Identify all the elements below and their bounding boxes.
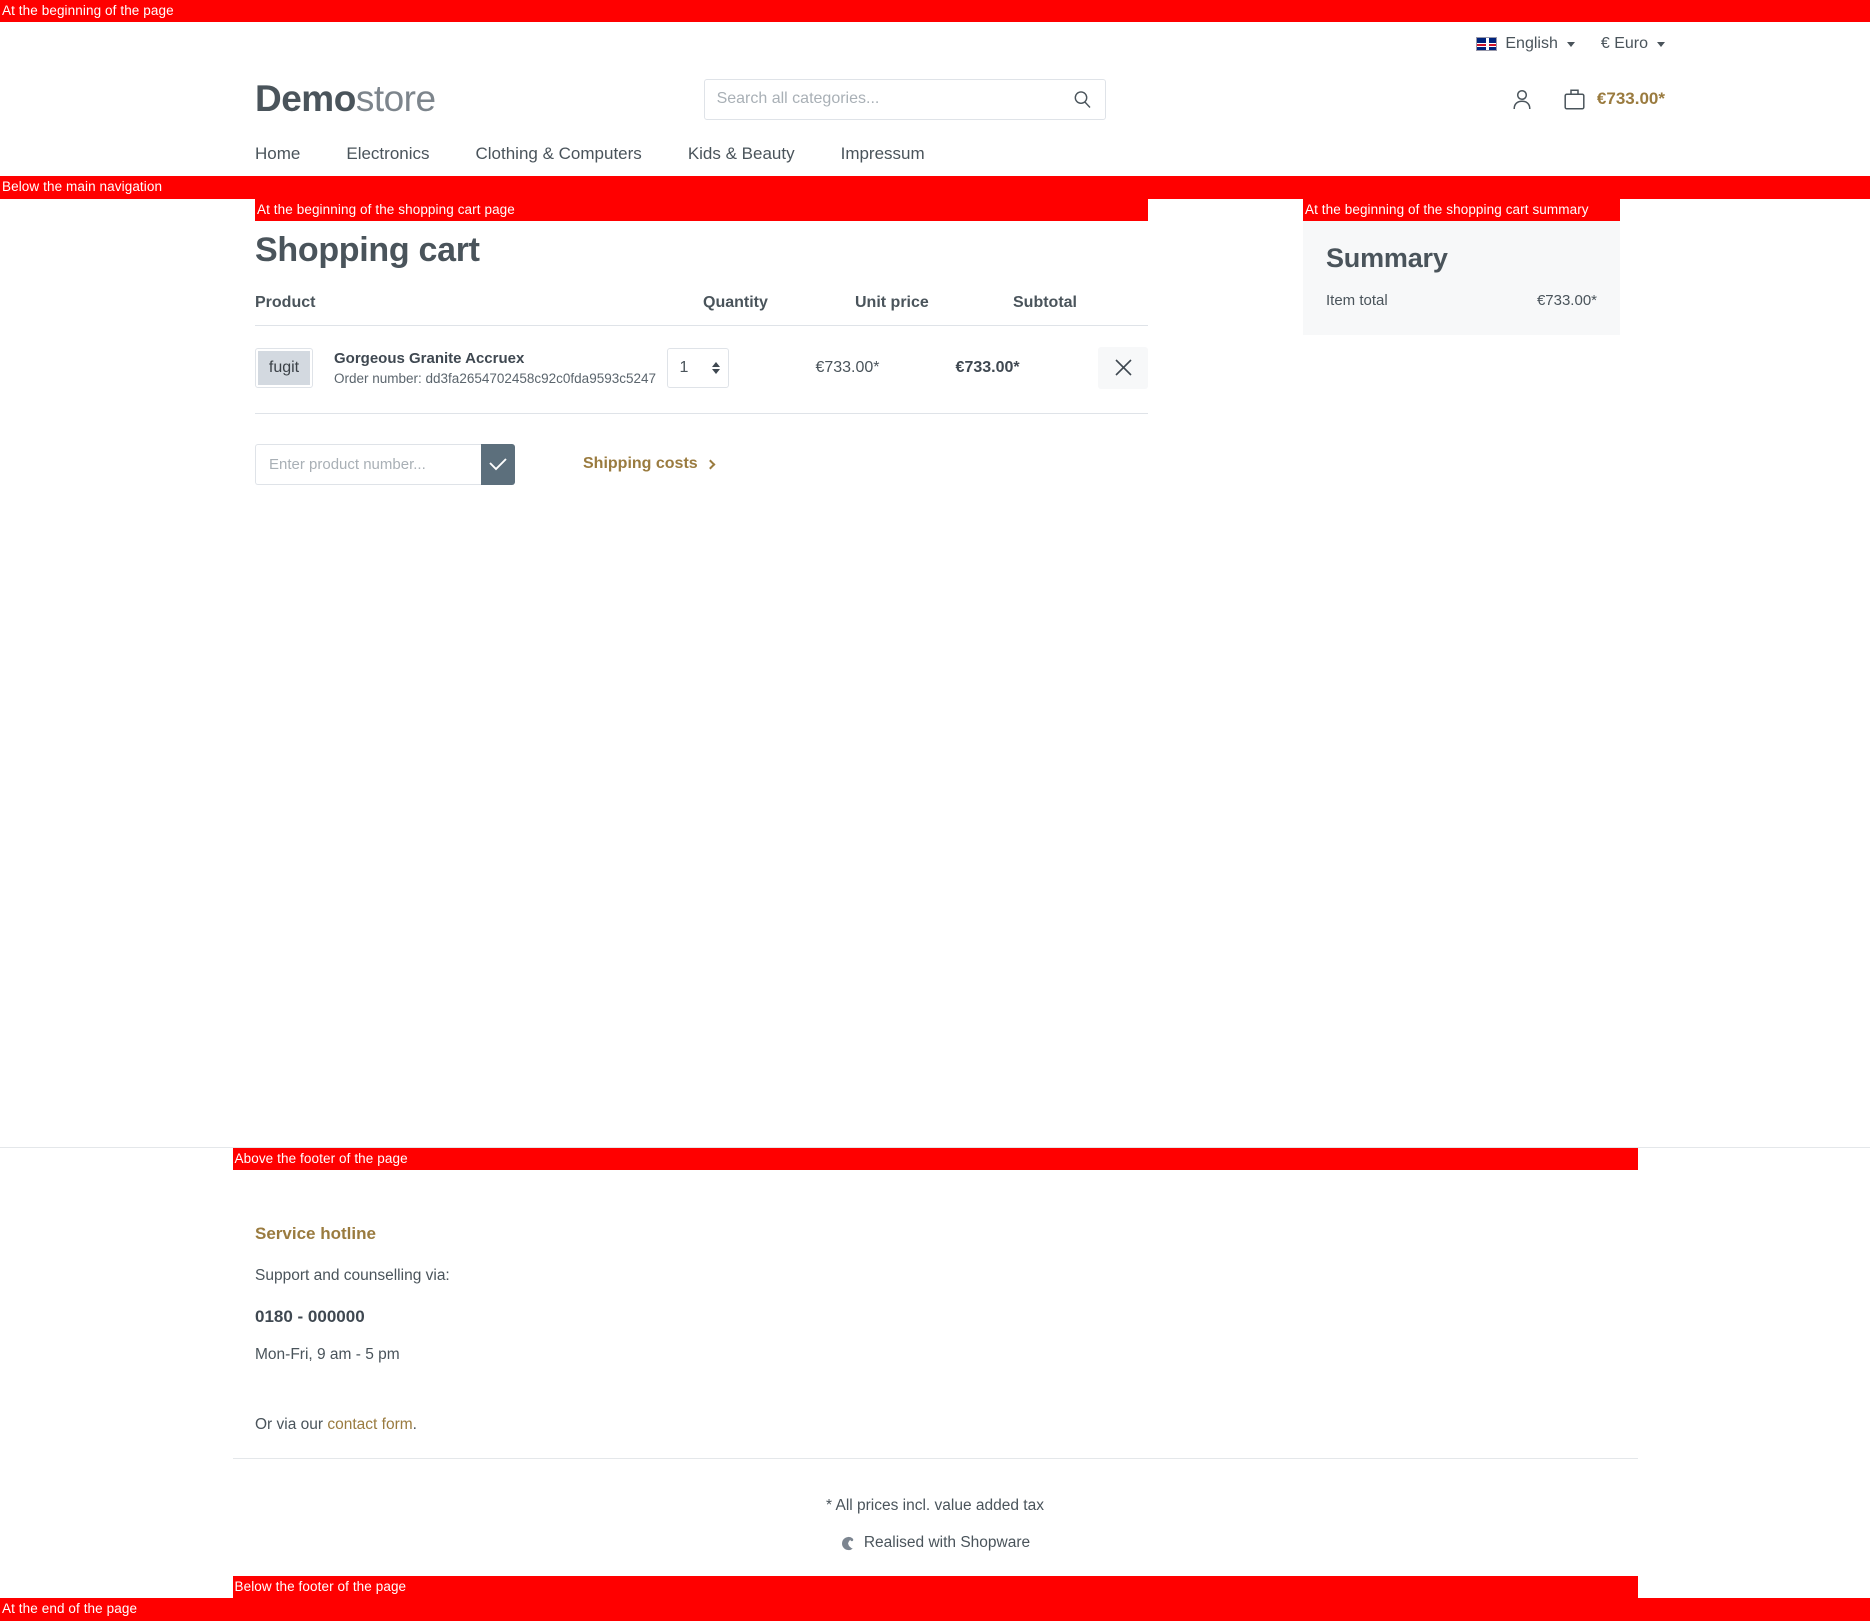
shipping-costs-link[interactable]: Shipping costs [583, 455, 716, 473]
cart-table-header: Product Quantity Unit price Subtotal [255, 294, 1148, 326]
banner-below-navigation: Below the main navigation [0, 176, 1870, 199]
banner-cart-summary-start: At the beginning of the shopping cart su… [1303, 198, 1620, 221]
column-header-unit-price: Unit price [855, 293, 929, 311]
cart-row-unit-price: €733.00* [815, 358, 880, 376]
cart-row-subtotal: €733.00* [955, 358, 1020, 376]
nav-item-home[interactable]: Home [255, 144, 323, 164]
column-header-product: Product [255, 293, 316, 311]
search-icon [1074, 90, 1091, 108]
remove-item-button[interactable] [1098, 346, 1148, 389]
cart-actions: Shipping costs [255, 443, 1148, 485]
banner-page-end: At the end of the page [0, 1598, 1870, 1621]
search-bar[interactable] [703, 78, 1106, 120]
footer-contact-prefix: Or via our [255, 1416, 328, 1434]
main-navigation: Home Electronics Clothing & Computers Ki… [0, 132, 1870, 176]
product-number-input[interactable] [255, 443, 481, 485]
footer-hours: Mon-Fri, 9 am - 5 pm [255, 1346, 400, 1364]
product-number-form[interactable] [255, 443, 515, 485]
summary-row-value: €733.00* [1536, 291, 1597, 309]
footer-support-text: Support and counselling via: [255, 1267, 450, 1285]
uk-flag-icon [1476, 37, 1498, 52]
product-order-number: Order number: dd3fa2654702458c92c0fda959… [334, 370, 657, 386]
banner-cart-page-start: At the beginning of the shopping cart pa… [255, 198, 1148, 221]
realised-with-label: Realised with Shopware [863, 1534, 1031, 1552]
quantity-value: 1 [679, 358, 689, 376]
footer-phone: 0180 - 000000 [255, 1307, 365, 1327]
product-name[interactable]: Gorgeous Granite Accruex [334, 350, 656, 367]
nav-item-kids-beauty[interactable]: Kids & Beauty [665, 144, 818, 164]
user-icon [1513, 89, 1531, 109]
product-thumbnail[interactable]: fugit [255, 347, 313, 388]
chevron-down-icon [1657, 41, 1665, 47]
column-header-subtotal: Subtotal [1013, 293, 1077, 311]
summary-card: Summary Item total €733.00* [1303, 220, 1620, 335]
chevron-right-icon [705, 459, 716, 470]
check-icon [489, 458, 507, 471]
summary-column: At the beginning of the shopping cart su… [1303, 198, 1620, 335]
logo-text-bold: Demo [255, 78, 356, 120]
footer-bottom: * All prices incl. value added tax Reali… [0, 1459, 1870, 1552]
banner-page-start: At the beginning of the page [0, 0, 1870, 23]
close-icon [1114, 359, 1132, 376]
summary-row-label: Item total [1326, 291, 1388, 309]
cart-total-amount: €733.00* [1596, 89, 1665, 109]
column-header-quantity: Quantity [703, 293, 768, 311]
summary-title: Summary [1326, 242, 1448, 273]
cart-column: At the beginning of the shopping cart pa… [255, 198, 1148, 485]
footer-contact-suffix: . [412, 1416, 417, 1434]
chevron-down-icon [1566, 41, 1575, 47]
product-number-submit-button[interactable] [481, 443, 515, 485]
top-bar: English € Euro [0, 22, 1870, 66]
search-input[interactable] [704, 90, 1061, 109]
page-title: Shopping cart [255, 230, 480, 269]
cart-button[interactable]: €733.00* [1563, 87, 1665, 111]
stepper-arrows-icon [712, 361, 721, 374]
table-row: fugit Gorgeous Granite Accruex Order num… [255, 326, 1148, 414]
banner-below-footer: Below the footer of the page [232, 1576, 1638, 1599]
shipping-costs-label: Shipping costs [583, 455, 698, 473]
header-actions: €733.00* [1511, 87, 1665, 111]
product-thumbnail-label: fugit [258, 350, 310, 385]
currency-label: € Euro [1600, 35, 1648, 53]
nav-item-clothing-computers[interactable]: Clothing & Computers [453, 144, 665, 164]
logo-text-light: store [355, 78, 436, 120]
quantity-stepper[interactable]: 1 [667, 347, 730, 388]
site-header: Demostore €733.00* [0, 66, 1870, 132]
product-info: Gorgeous Granite Accruex Order number: d… [334, 350, 656, 386]
page-content: At the beginning of the shopping cart pa… [0, 198, 1870, 485]
banner-above-footer: Above the footer of the page [232, 1147, 1638, 1171]
contact-form-link[interactable]: contact form [327, 1416, 412, 1433]
language-label: English [1505, 35, 1558, 53]
summary-row-item-total: Item total €733.00* [1326, 292, 1597, 309]
realised-with-line: Realised with Shopware [0, 1534, 1870, 1552]
footer-contact-line: Or via our contact form. [255, 1416, 1665, 1434]
vat-note: * All prices incl. value added tax [826, 1497, 1044, 1515]
currency-selector[interactable]: € Euro [1601, 35, 1665, 53]
nav-item-impressum[interactable]: Impressum [818, 144, 948, 164]
account-button[interactable] [1511, 88, 1533, 111]
shopping-bag-icon [1564, 89, 1585, 110]
nav-item-electronics[interactable]: Electronics [323, 144, 452, 164]
site-logo[interactable]: Demostore [255, 78, 436, 120]
cart-row-quantity: 1 [667, 347, 807, 388]
cart-row-product: fugit Gorgeous Granite Accruex Order num… [255, 347, 667, 388]
footer-hotline-heading: Service hotline [255, 1224, 376, 1244]
site-footer: Service hotline Support and counselling … [0, 1170, 1870, 1434]
search-submit-button[interactable] [1061, 80, 1105, 119]
language-selector[interactable]: English [1476, 35, 1575, 53]
shopware-logo-icon [841, 1536, 854, 1550]
